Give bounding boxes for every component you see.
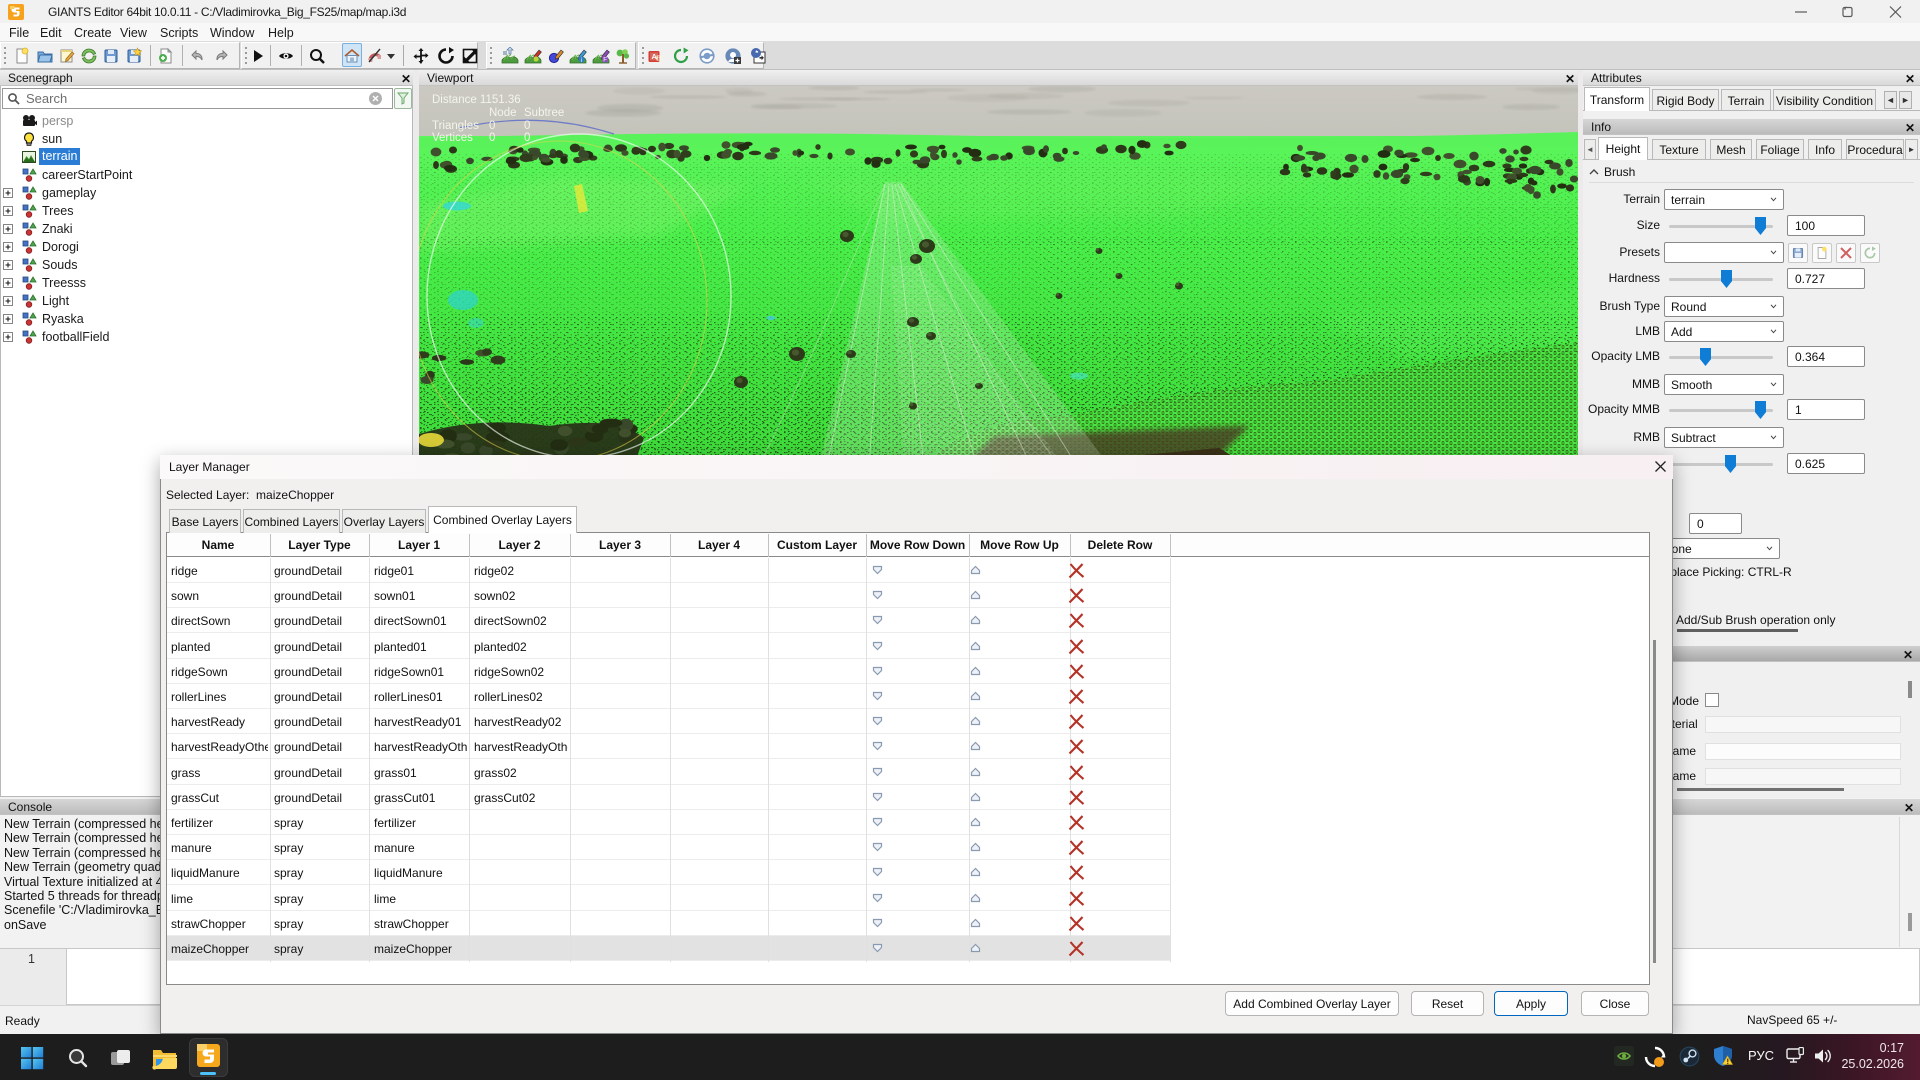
svg-text:Node: Node (489, 107, 517, 119)
svg-text:0: 0 (489, 120, 495, 132)
svg-text:i: i (581, 58, 582, 64)
svg-text:F: F (603, 57, 607, 63)
svg-text:Vertices: Vertices (432, 132, 473, 144)
svg-text:0: 0 (489, 132, 495, 144)
svg-text:Triangles: Triangles (432, 120, 479, 132)
svg-text:0: 0 (524, 132, 530, 144)
svg-text:Subtree: Subtree (524, 107, 564, 119)
svg-text:0: 0 (524, 120, 530, 132)
svg-text:B: B (656, 54, 662, 63)
svg-text:Distance 1151.36: Distance 1151.36 (432, 94, 521, 106)
